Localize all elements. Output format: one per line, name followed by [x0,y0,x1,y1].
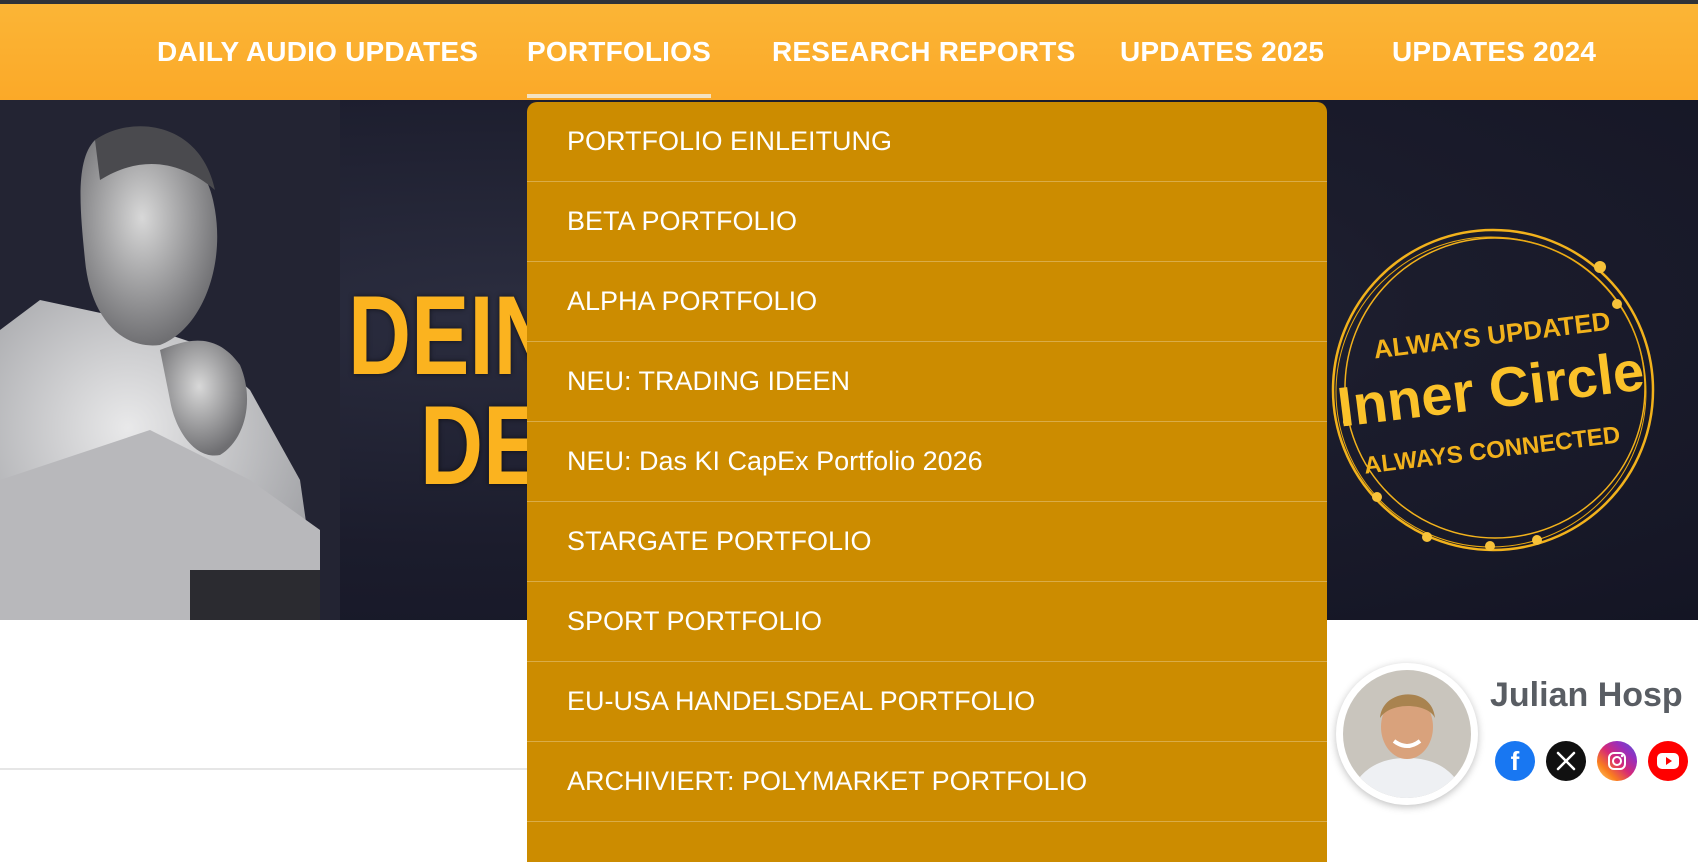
menu-item-next[interactable] [527,822,1327,862]
menu-item-alpha-portfolio[interactable]: ALPHA PORTFOLIO [527,262,1327,342]
menu-item-eu-usa-handelsdeal-portfolio[interactable]: EU-USA HANDELSDEAL PORTFOLIO [527,662,1327,742]
inner-circle-badge: ALWAYS UPDATED Inner Circle ALWAYS CONNE… [1331,228,1655,552]
main-nav: DAILY AUDIO UPDATES PORTFOLIOS RESEARCH … [0,4,1698,100]
menu-item-trading-ideen[interactable]: NEU: TRADING IDEEN [527,342,1327,422]
portfolios-dropdown-menu: PORTFOLIO EINLEITUNG BETA PORTFOLIO ALPH… [527,102,1327,862]
nav-item-updates-2024[interactable]: UPDATES 2024 [1392,4,1596,100]
menu-item-stargate-portfolio[interactable]: STARGATE PORTFOLIO [527,502,1327,582]
nav-item-daily-audio-updates[interactable]: DAILY AUDIO UPDATES [157,4,478,100]
author-avatar[interactable] [1336,663,1478,805]
menu-item-sport-portfolio[interactable]: SPORT PORTFOLIO [527,582,1327,662]
author-name[interactable]: Julian Hosp [1490,676,1683,715]
youtube-icon[interactable] [1648,741,1688,781]
facebook-icon[interactable]: f [1495,741,1535,781]
instagram-icon[interactable] [1597,741,1637,781]
hero-portrait-image [0,100,340,620]
hero-heading-line-2: DE [420,383,542,508]
nav-item-research-reports[interactable]: RESEARCH REPORTS [772,4,1075,100]
x-icon[interactable] [1546,741,1586,781]
content-divider [0,768,540,770]
menu-item-portfolio-einleitung[interactable]: PORTFOLIO EINLEITUNG [527,102,1327,182]
menu-item-ki-capex-portfolio[interactable]: NEU: Das KI CapEx Portfolio 2026 [527,422,1327,502]
nav-item-updates-2025[interactable]: UPDATES 2025 [1120,4,1324,100]
menu-item-beta-portfolio[interactable]: BETA PORTFOLIO [527,182,1327,262]
menu-item-polymarket-portfolio[interactable]: ARCHIVIERT: POLYMARKET PORTFOLIO [527,742,1327,822]
hero-heading-line-1: DEIN [348,273,557,398]
nav-item-portfolios[interactable]: PORTFOLIOS [527,4,711,100]
